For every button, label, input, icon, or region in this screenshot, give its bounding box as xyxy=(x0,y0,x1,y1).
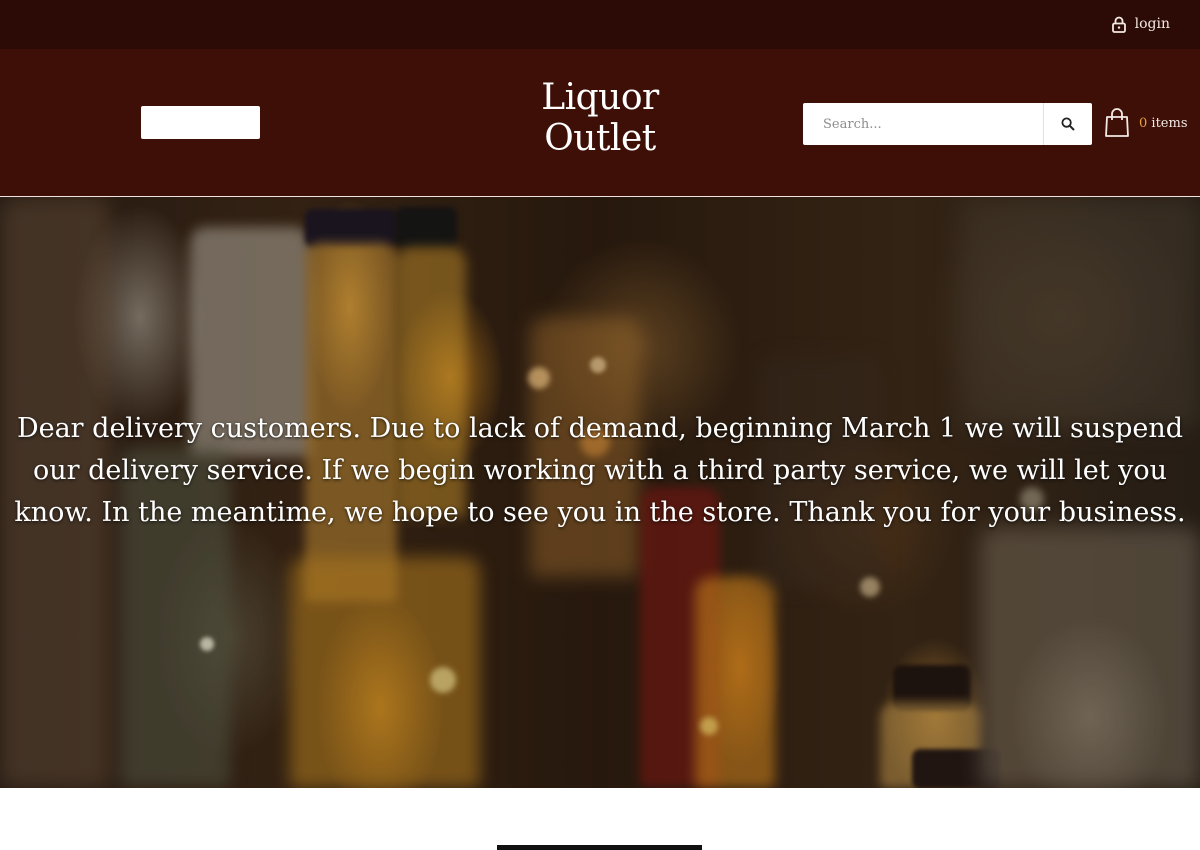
site-logo[interactable]: Liquor Outlet xyxy=(500,77,700,159)
shopping-bag-icon xyxy=(1105,108,1129,137)
cart-items-label: items xyxy=(1151,115,1188,131)
login-link[interactable]: login xyxy=(1111,14,1170,34)
menu-button[interactable] xyxy=(141,106,260,139)
cart-summary: 0 items xyxy=(1139,116,1188,131)
cart-count: 0 xyxy=(1139,115,1148,131)
site-header: Liquor Outlet 0 items xyxy=(0,49,1200,196)
login-label: login xyxy=(1134,16,1170,32)
section-divider xyxy=(497,845,702,850)
delivery-notice: Dear delivery customers. Due to lack of … xyxy=(14,413,1186,528)
cart-link[interactable]: 0 items xyxy=(1104,105,1188,141)
search-icon xyxy=(1061,117,1075,131)
search-input[interactable] xyxy=(803,103,1043,145)
search-button[interactable] xyxy=(1043,103,1092,145)
logo-line-2: Outlet xyxy=(544,118,656,159)
lock-icon xyxy=(1111,16,1126,33)
search-box xyxy=(803,103,1092,145)
logo-line-1: Liquor xyxy=(541,77,659,118)
top-bar: login xyxy=(0,0,1200,49)
hero-banner: Dear delivery customers. Due to lack of … xyxy=(0,197,1200,788)
